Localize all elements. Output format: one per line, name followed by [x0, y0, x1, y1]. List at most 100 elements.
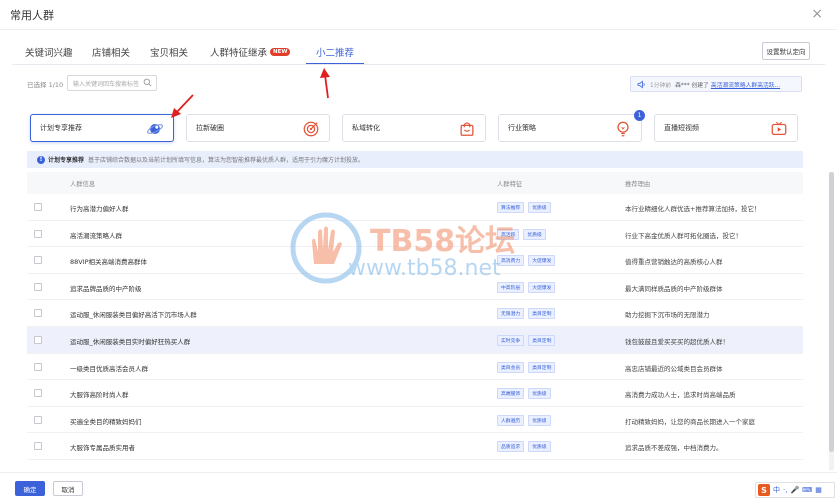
speaker-icon [637, 79, 645, 89]
row-checkbox[interactable] [34, 442, 42, 451]
card-label: 直播短视频 [664, 124, 699, 132]
row-checkbox[interactable] [34, 389, 42, 398]
card-acquisition[interactable]: 拉新破圈 [186, 114, 330, 142]
feature-tag: 优质级 [528, 441, 551, 453]
feature-tag: 优质级 [528, 202, 551, 213]
feature-tag: 高消费力 [497, 255, 525, 267]
row-checkbox[interactable] [34, 335, 42, 344]
new-badge: NEW [270, 48, 291, 56]
audience-tags: 高活跃 优质级 [497, 228, 546, 240]
ime-toolbar: S 中 ·, 🎤 ⌨ ▦ [755, 482, 835, 498]
card-label: 私域转化 [352, 124, 380, 132]
table-row[interactable]: 运动服_休闲服装类目偏好高活下沉市场人群 无限潜力 类目定制 助力挖掘下沉市场的无限潜… [27, 300, 803, 327]
table-row[interactable]: 买遍全类目的精致妈妈们 人群遍历 优质级 打动精致妈妈，让您的商品长期进入一个家庭 [27, 407, 803, 434]
scrollbar-thumb[interactable] [829, 172, 834, 452]
recommend-reason: 钱包鼓鼓且爱买买买的超优质人群！ [625, 337, 729, 346]
feature-tag: 类目定制 [528, 334, 556, 346]
dialog-footer: 确定 取消 [0, 472, 837, 500]
confirm-button[interactable]: 确定 [15, 481, 45, 496]
card-label: 行业策略 [508, 124, 536, 132]
activity-notice: 1分钟前 森*** 创建了 高活潮流策略人群高活跃... [630, 76, 802, 92]
search-input[interactable]: 输入关键词回车搜索标签 [67, 75, 157, 91]
table-header: 人群信息 人群特征 推荐理由 [27, 172, 803, 194]
row-checkbox[interactable] [34, 229, 42, 238]
tab-keyword-interest[interactable]: 关键词兴趣 [25, 40, 73, 64]
tab-label: 店铺相关 [92, 48, 131, 59]
feature-tag: 无限潜力 [497, 308, 525, 320]
feature-tag: 优质级 [523, 228, 546, 240]
tab-audience-inheritance[interactable]: 人群特征继承 NEW [210, 40, 291, 64]
audience-tags: 中高阶层 大促爆发 [497, 281, 556, 293]
table-row[interactable]: 一级类目优质高活会员人群 类目会员 类目定制 高忠店铺最近的公域类目会员群体 [27, 354, 803, 381]
card-private-conversion[interactable]: 私域转化 [342, 114, 486, 142]
recommend-reason: 最大满同样质品质的中产阶级群体 [625, 284, 723, 293]
notice-text: 森*** 创建了 [675, 82, 709, 89]
table-row[interactable]: 大服饰高阶时尚人群 高端服饰 优质级 高消费力成功人士，追求时尚高端品质 [27, 380, 803, 407]
feature-tag: 高端服饰 [497, 388, 525, 400]
audience-name: 行为高潜力偏好人群 [70, 205, 129, 213]
keyboard-icon[interactable]: ⌨ [802, 486, 812, 494]
feature-tag: 类目会员 [497, 361, 525, 373]
row-checkbox[interactable] [34, 282, 42, 291]
tab-item-related[interactable]: 宝贝相关 [150, 40, 188, 64]
table-row[interactable]: 追求品牌品质的中产阶级 中高阶层 大促爆发 最大满同样质品质的中产阶级群体 [27, 274, 803, 301]
row-checkbox[interactable] [34, 203, 42, 211]
recommend-reason: 本行业精细化人群优选+推荐算法加持，投它！ [625, 205, 761, 213]
recommend-reason: 打动精致妈妈，让您的商品长期进入一个家庭 [625, 417, 755, 426]
row-checkbox[interactable] [34, 415, 42, 424]
close-icon[interactable]: × [811, 6, 823, 22]
row-checkbox[interactable] [34, 256, 42, 265]
audience-tags: 品质追求 优质级 [497, 441, 551, 453]
audience-tags: 高消费力 大促爆发 [497, 255, 556, 267]
feature-tag: 优质级 [528, 414, 551, 426]
audience-name: 一级类目优质高活会员人群 [70, 364, 148, 373]
feature-tag: 类目定制 [528, 361, 556, 373]
audience-name: 追求品牌品质的中产阶级 [70, 284, 142, 293]
info-icon: ! [37, 155, 45, 164]
table-row[interactable]: 运动服_休闲服装类目实时偏好狂热买人群 实时竞争 类目定制 钱包鼓鼓且爱买买买的超优质… [27, 326, 803, 354]
card-label: 计划专享推荐 [40, 124, 82, 132]
scrollbar[interactable] [829, 172, 834, 470]
row-checkbox[interactable] [34, 362, 42, 371]
feature-tag: 人群遍历 [497, 414, 525, 426]
table-row[interactable]: 大服饰专属品质实用者 品质追求 优质级 追求品质不差成强，中档消费力。 [27, 433, 803, 460]
card-live-short-video[interactable]: 直播短视频 [654, 114, 798, 142]
cancel-button[interactable]: 取消 [53, 481, 83, 496]
audience-tags: 实时竞争 类目定制 [497, 334, 556, 346]
recommend-reason: 助力挖掘下沉市场的无限潜力 [625, 311, 710, 320]
feature-tag: 优质级 [528, 388, 551, 400]
table-row[interactable]: 88VIP相关高端消费高群体 高消费力 大促爆发 值得重点营销触达的高质核心人群 [27, 247, 803, 274]
tab-label: 人群特征继承 [210, 48, 268, 59]
row-checkbox[interactable] [34, 309, 42, 318]
ime-punctuation-toggle[interactable]: ·, [783, 486, 787, 494]
ime-logo[interactable]: S [758, 484, 770, 496]
card-count-badge: 1 [634, 110, 645, 121]
ime-language-toggle[interactable]: 中 [773, 485, 780, 495]
feature-tag: 高活跃 [497, 228, 520, 240]
tab-label: 小二推荐 [315, 48, 354, 59]
audience-tags: 类目会员 类目定制 [497, 361, 556, 373]
set-default-targeting-button[interactable]: 设置默认定向 [762, 42, 810, 60]
info-text: 基于店铺综合数据以及当前计划所填写信息，算法为您智能推荐最优质人群，适用于引力魔… [88, 157, 365, 164]
audience-name: 大服饰高阶时尚人群 [70, 391, 129, 400]
card-plan-exclusive[interactable]: 计划专享推荐 [30, 114, 174, 142]
card-industry-strategy[interactable]: 行业策略 1 [498, 110, 645, 142]
target-icon [303, 121, 319, 137]
tab-staff-recommend[interactable]: 小二推荐 [306, 40, 364, 65]
tab-label: 宝贝相关 [150, 48, 189, 59]
common-audience-dialog: 常用人群 × 关键词兴趣 店铺相关 宝贝相关 人群特征继承 NEW 小二推荐 设置… [0, 0, 837, 500]
selected-count: 已选择 1/10 [27, 81, 64, 89]
audience-tags: 人群遍历 优质级 [497, 414, 551, 426]
recommend-reason: 追求品质不差成强，中档消费力。 [625, 444, 723, 453]
microphone-icon[interactable]: 🎤 [790, 486, 799, 494]
table-row[interactable]: 高活潮流策略人群 高活跃 优质级 行业下高金优质人群可拓化圈选，投它！ [27, 221, 803, 248]
tab-shop-related[interactable]: 店铺相关 [92, 40, 130, 64]
shopping-bag-icon [460, 122, 474, 136]
grid-menu-icon[interactable]: ▦ [815, 486, 822, 494]
info-title: 计划专享推荐 [48, 157, 85, 164]
search-placeholder: 输入关键词回车搜索标签 [73, 80, 140, 88]
table-row[interactable]: 行为高潜力偏好人群 算法推荐 优质级 本行业精细化人群优选+推荐算法加持，投它！ [27, 194, 803, 221]
card-label: 拉新破圈 [196, 124, 224, 132]
tabs-divider [12, 64, 825, 65]
notice-link[interactable]: 高活潮流策略人群高活跃... [711, 80, 780, 89]
